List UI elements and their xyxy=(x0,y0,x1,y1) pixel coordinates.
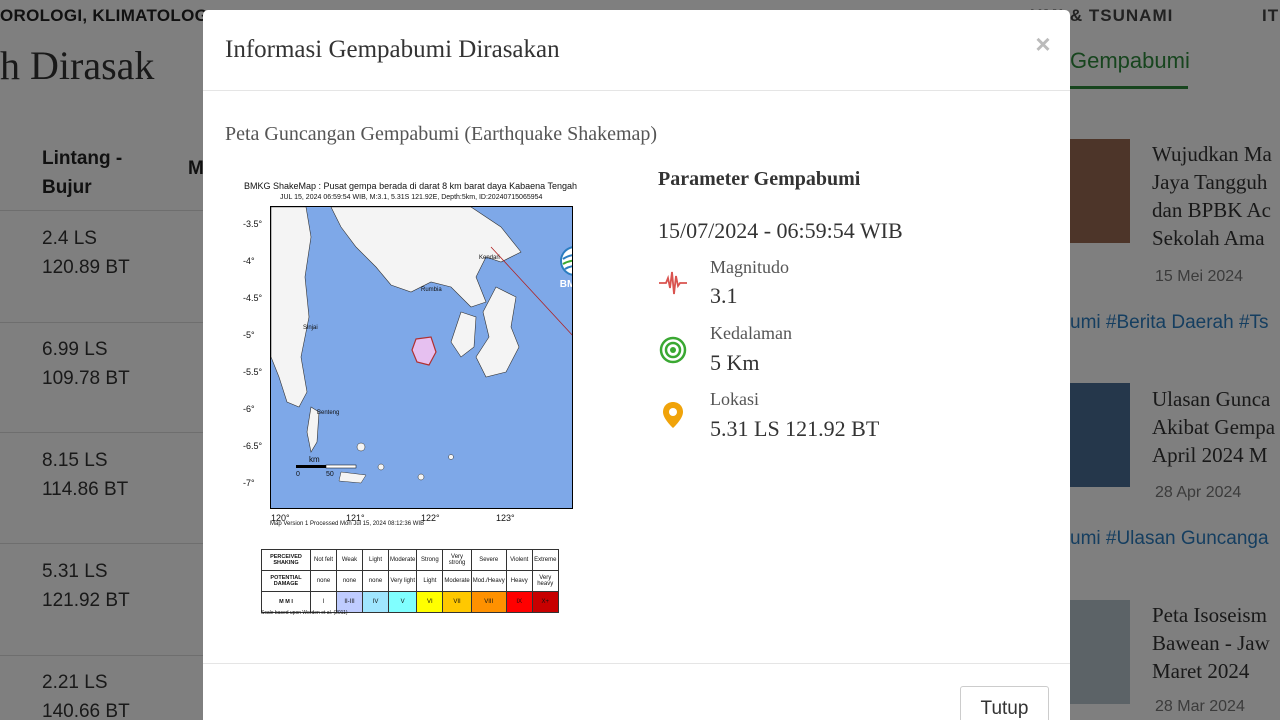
event-datetime: 15/07/2024 - 06:59:54 WIB xyxy=(658,218,903,243)
parameters-title: Parameter Gempabumi xyxy=(658,168,861,190)
seismograph-icon xyxy=(659,271,687,295)
scale-label: km xyxy=(309,455,320,464)
mmi-legend-table: PERCEIVED SHAKING Not felt Weak Light Mo… xyxy=(261,549,559,613)
close-button[interactable]: Tutup xyxy=(960,686,1049,720)
mmi-cell: Weak xyxy=(336,549,363,571)
modal-footer-divider xyxy=(203,663,1070,664)
place-label: Benteng xyxy=(317,410,340,416)
mmi-cell: Very light xyxy=(387,570,418,592)
mmi-level-cell: IX xyxy=(505,591,533,613)
lat-tick: -5° xyxy=(243,330,255,340)
mmi-level-cell: IV xyxy=(362,591,389,613)
mmi-cell: Very heavy xyxy=(531,570,559,592)
mmi-cell: Not felt xyxy=(310,549,337,571)
location-value: 5.31 LS 121.92 BT xyxy=(710,416,880,441)
location-pin-icon xyxy=(663,402,683,428)
lat-tick: -5.5° xyxy=(243,367,263,377)
mmi-note: Scale based upon Worden et al. (2011) xyxy=(261,610,348,616)
shakemap-section-title: Peta Guncangan Gempabumi (Earthquake Sha… xyxy=(225,123,658,145)
mmi-cell: Moderate xyxy=(442,570,472,592)
mmi-level-cell: VIII xyxy=(470,591,507,613)
mmi-row-label: PERCEIVED SHAKING xyxy=(261,549,311,571)
mmi-cell: Very strong xyxy=(442,549,472,571)
mmi-row-label: POTENTIAL DAMAGE xyxy=(261,570,311,592)
place-label: Rumbia xyxy=(421,287,442,293)
mmi-shaking-row: PERCEIVED SHAKING Not felt Weak Light Mo… xyxy=(261,549,559,571)
mmi-cell: Light xyxy=(362,549,389,571)
mmi-cell: Violent xyxy=(505,549,533,571)
mmi-cell: none xyxy=(336,570,363,592)
map-version: Map Version 1 Processed Mon Jul 15, 2024… xyxy=(270,521,425,527)
shakemap-image: BMKG ShakeMap : Pusat gempa berada di da… xyxy=(239,175,599,616)
mmi-level-cell: X+ xyxy=(531,591,559,613)
depth-value: 5 Km xyxy=(710,350,760,375)
map-subcaption: JUL 15, 2024 06:59:54 WIB, M:3.1, 5.31S … xyxy=(280,194,543,201)
depth-target-icon xyxy=(659,336,687,364)
lat-tick: -7° xyxy=(243,478,255,488)
lat-tick: -4° xyxy=(243,256,255,266)
magnitude-value: 3.1 xyxy=(710,283,738,308)
place-label: Kendari xyxy=(479,255,500,261)
map-frame: BMKG Kendari Rumbia Sinjai Benteng km 0 … xyxy=(270,206,573,509)
scale-tick: 50 xyxy=(326,471,334,478)
scale-tick: 0 xyxy=(296,471,300,478)
mmi-cell: Strong xyxy=(416,549,444,571)
mmi-cell: none xyxy=(310,570,337,592)
lat-tick: -6.5° xyxy=(243,441,263,451)
magnitude-label: Magnitudo xyxy=(710,257,789,277)
bmkg-logo-icon: BMKG xyxy=(560,246,573,290)
lat-tick: -4.5° xyxy=(243,293,263,303)
place-label: Sinjai xyxy=(303,325,318,331)
mmi-level-cell: VII xyxy=(442,591,472,613)
mmi-level-cell: V xyxy=(387,591,418,613)
depth-label: Kedalaman xyxy=(710,323,792,343)
lat-tick: -6° xyxy=(243,404,255,414)
mmi-cell: Heavy xyxy=(505,570,533,592)
mmi-cell: Severe xyxy=(470,549,507,571)
mmi-cell: none xyxy=(362,570,389,592)
mmi-cell: Extreme xyxy=(531,549,559,571)
lon-tick: 123° xyxy=(496,513,515,523)
bmkg-logo-text: BMKG xyxy=(560,279,573,290)
lat-tick: -3.5° xyxy=(243,219,263,229)
mmi-level-cell: VI xyxy=(416,591,444,613)
mmi-cell: Light xyxy=(416,570,444,592)
earthquake-info-modal: Informasi Gempabumi Dirasakan × Peta Gun… xyxy=(203,10,1070,720)
map-caption: BMKG ShakeMap : Pusat gempa berada di da… xyxy=(244,181,578,191)
close-icon[interactable]: × xyxy=(1031,30,1055,58)
modal-header: Informasi Gempabumi Dirasakan × xyxy=(203,10,1070,91)
mmi-cell: Mod./Heavy xyxy=(470,570,507,592)
mmi-cell: Moderate xyxy=(387,549,418,571)
mmi-damage-row: POTENTIAL DAMAGE none none none Very lig… xyxy=(261,570,559,592)
location-label: Lokasi xyxy=(710,389,759,409)
modal-title: Informasi Gempabumi Dirasakan xyxy=(225,36,560,63)
